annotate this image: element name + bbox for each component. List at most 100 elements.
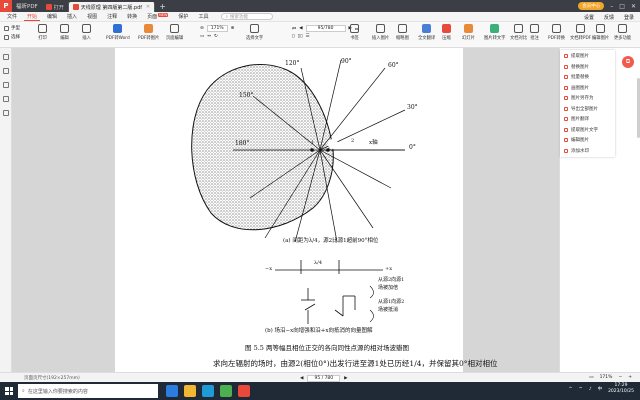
thumbnail-panel-icon[interactable] xyxy=(2,54,9,60)
menu-convert[interactable]: 转换 xyxy=(124,13,140,20)
compress-button[interactable]: 压缩 xyxy=(442,24,451,41)
close-window-icon[interactable]: ✕ xyxy=(631,3,636,10)
select-text-button[interactable]: 选择文字 xyxy=(246,24,263,41)
select-text-label: 选择文字 xyxy=(246,36,264,41)
menu-edit[interactable]: 编辑 xyxy=(44,13,60,20)
edge-icon[interactable] xyxy=(202,385,214,397)
page-number-input[interactable]: 95/780 xyxy=(305,25,346,32)
clock[interactable]: 17:29 2023/10/25 xyxy=(608,383,634,395)
slideshow-button[interactable]: 幻灯片 xyxy=(462,24,475,41)
fit-width-icon[interactable]: ↔ xyxy=(207,34,211,39)
menu-extract-image[interactable]: 提取图片 xyxy=(560,51,615,62)
hand-tool-button[interactable]: 手型 xyxy=(4,25,20,31)
member-button[interactable]: 会员中心 xyxy=(578,2,605,10)
settings-link[interactable]: 设置 xyxy=(584,14,594,21)
compare-button[interactable]: 文档对比 xyxy=(510,24,527,41)
menu-export-all-images[interactable]: 导出全部图片 xyxy=(560,104,615,115)
status-page-input[interactable]: 95 / 780 xyxy=(307,375,341,382)
menu-tools[interactable]: 工具 xyxy=(195,13,211,20)
status-zoom[interactable]: 171% xyxy=(600,375,613,380)
pdf-app-icon[interactable] xyxy=(238,385,250,397)
menu-home[interactable]: 开始 xyxy=(24,13,41,21)
thumbnail-button[interactable]: 缩略图 xyxy=(396,24,409,41)
menu-edit-image[interactable]: 编辑图片 xyxy=(560,135,615,146)
rotate-icon[interactable]: ↻ xyxy=(214,34,218,39)
menu-file[interactable]: 文件 xyxy=(4,13,20,20)
translate-button[interactable]: 全文翻译 xyxy=(418,24,435,41)
menu-comment[interactable]: 注释 xyxy=(104,13,120,20)
zoom-in-icon[interactable]: ⊕ xyxy=(231,26,235,31)
start-button[interactable] xyxy=(0,382,18,400)
single-page-icon[interactable]: ▯ xyxy=(292,34,294,39)
menu-page[interactable]: 页面 NEW xyxy=(144,13,171,20)
edit-button[interactable]: 编辑 xyxy=(60,24,69,41)
close-icon[interactable]: ✕ xyxy=(146,4,150,10)
angle-label-90: 90° xyxy=(341,58,352,65)
taskbar-search[interactable]: ⌕ 在这里输入你要搜索的内容 xyxy=(18,384,158,398)
fit-page-icon[interactable]: ▭ xyxy=(200,34,204,39)
insert-image-button[interactable]: 插入图片 xyxy=(372,24,389,41)
print-button[interactable]: 打印 xyxy=(38,24,47,41)
comment-panel-icon[interactable] xyxy=(2,82,9,88)
minimize-icon[interactable]: – xyxy=(610,3,613,10)
annotate-icon xyxy=(530,24,539,33)
search-input[interactable]: ⌕ 搜索功能 xyxy=(221,13,274,20)
continuous-icon[interactable]: ☰ xyxy=(305,34,309,39)
document-viewport[interactable]: 120° 90° 60° 150° 30° 180° 0° 1 2 x轴 (a)… xyxy=(12,48,559,372)
menu-save-image-as[interactable]: 图片另存为 xyxy=(560,93,615,104)
login-link[interactable]: 登录 xyxy=(624,14,634,21)
menu-extract-text[interactable]: 提取图片文字 xyxy=(560,125,615,136)
status-next-icon[interactable]: ▶ xyxy=(344,376,347,381)
tab-open[interactable]: 打开 xyxy=(42,2,69,12)
network-icon[interactable]: ⌔ xyxy=(578,386,582,392)
page-edit-button[interactable]: 页面编辑 xyxy=(166,24,183,41)
annotate-button[interactable]: 批注 xyxy=(530,24,539,41)
taskbar-search-placeholder: 在这里输入你要搜索的内容 xyxy=(27,388,88,395)
task-view-icon[interactable] xyxy=(166,385,178,397)
status-zoom-out-icon[interactable]: − xyxy=(618,375,622,380)
image-tool-fab[interactable]: ⧉ xyxy=(622,56,634,68)
zoom-input[interactable]: 171% xyxy=(206,25,228,32)
search-panel-icon[interactable] xyxy=(2,96,9,102)
attachment-panel-icon[interactable] xyxy=(2,110,9,116)
pdf-to-image-button[interactable]: PDF转图片 xyxy=(138,24,159,41)
bookmark-button[interactable]: 书签 xyxy=(350,24,359,41)
menu-insert[interactable]: 插入 xyxy=(64,13,80,20)
menu-view[interactable]: 视图 xyxy=(84,13,100,20)
menu-draw-image[interactable]: 画图图片 xyxy=(560,83,615,94)
menu-translate-image[interactable]: 图片翻译 xyxy=(560,114,615,125)
image-to-text-button[interactable]: 图片转文字 xyxy=(484,24,505,41)
doc-to-pdf-button[interactable]: 文档转PDF xyxy=(570,24,591,41)
file-explorer-icon[interactable] xyxy=(184,385,196,397)
menu-add-watermark[interactable]: 添加水印 xyxy=(560,146,615,157)
edit-label: 编辑 xyxy=(60,36,69,41)
feedback-link[interactable]: 反馈 xyxy=(604,14,614,21)
volume-icon[interactable]: ♪ xyxy=(589,387,592,392)
pdf-to-word-button[interactable]: PDF转Word xyxy=(106,24,130,41)
menu-replace-image[interactable]: 替换图片 xyxy=(560,62,615,73)
edit-image-button[interactable]: 编辑图片 xyxy=(592,24,609,41)
slideshow-icon xyxy=(463,24,473,33)
zoom-out-icon[interactable]: ⊖ xyxy=(200,26,204,31)
wechat-icon[interactable] xyxy=(220,385,232,397)
more-features-button[interactable]: 更多功能 xyxy=(614,24,631,41)
tab-document[interactable]: 天线原理 第四版第二版.pdf ✕ xyxy=(68,2,156,12)
menu-batch-replace[interactable]: 批量替换 xyxy=(560,72,615,83)
compress-icon xyxy=(442,24,451,33)
first-page-icon[interactable]: ⏮ xyxy=(292,26,296,32)
status-prev-icon[interactable]: ◀ xyxy=(300,376,303,381)
input-method[interactable]: 中 xyxy=(598,386,603,392)
bookmark-panel-icon[interactable] xyxy=(2,68,9,74)
maximize-icon[interactable]: □ xyxy=(619,3,625,10)
select-tool-button[interactable]: 选择 xyxy=(4,34,20,40)
vector-diagram xyxy=(275,260,383,324)
add-tab-icon[interactable]: + xyxy=(155,2,170,11)
pdf-convert-button[interactable]: PDF转换 xyxy=(548,24,565,41)
prev-page-icon[interactable]: ◀ xyxy=(299,26,302,31)
menu-protect[interactable]: 保护 xyxy=(175,13,191,20)
double-page-icon[interactable]: ▯▯ xyxy=(297,34,302,39)
status-zoom-in-icon[interactable]: + xyxy=(628,375,632,380)
tray-arrow-icon[interactable]: ^ xyxy=(569,387,573,392)
insert-button[interactable]: 插入 xyxy=(82,24,91,41)
view-mode-icon[interactable]: ▭ xyxy=(589,375,593,380)
